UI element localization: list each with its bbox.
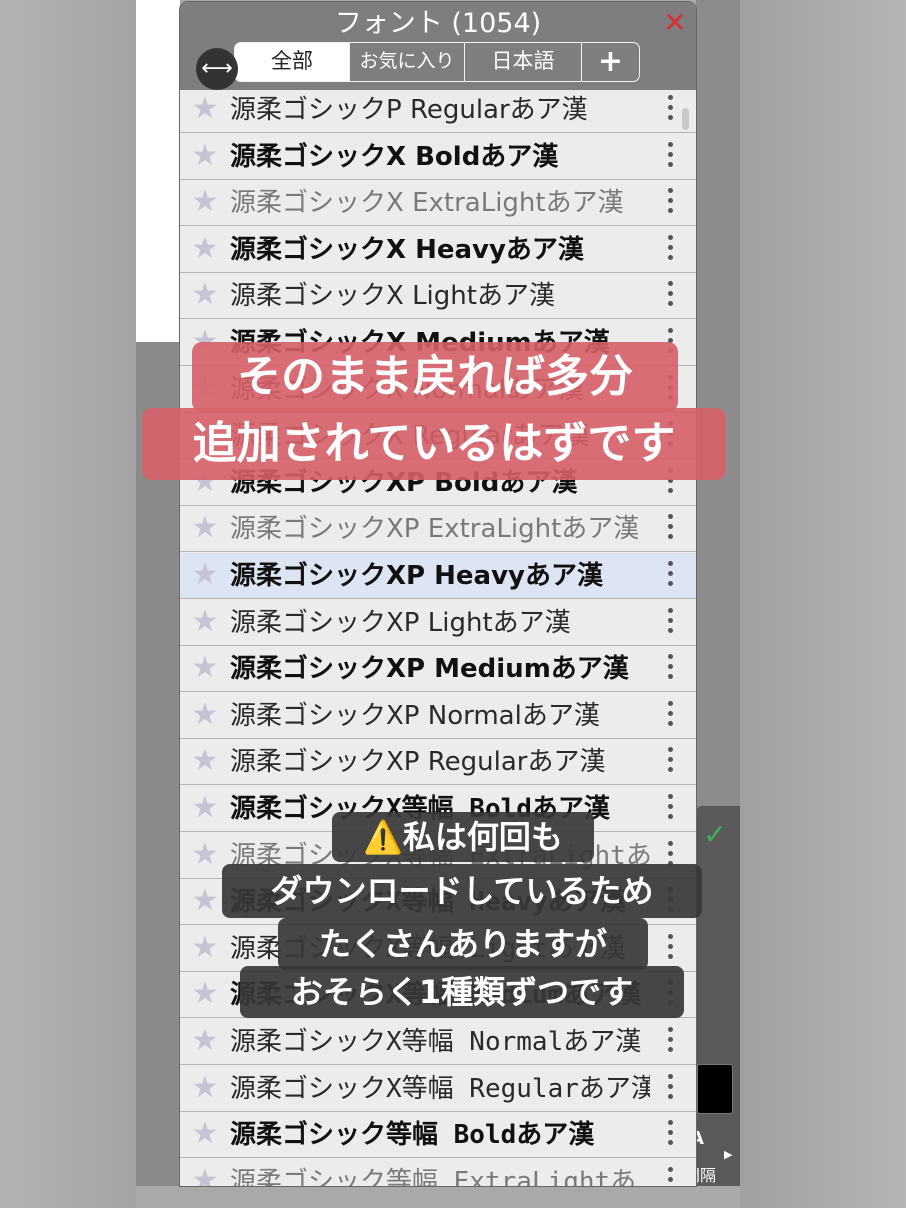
font-row[interactable]: ★ 源柔ゴシックXP Lightあア漢 (180, 599, 696, 646)
star-icon[interactable]: ★ (189, 232, 221, 265)
more-options-icon[interactable] (664, 654, 676, 684)
more-options-icon[interactable] (664, 933, 676, 964)
add-tab-button[interactable]: + (582, 43, 639, 81)
background-left (0, 0, 136, 1208)
star-icon[interactable]: ★ (189, 652, 221, 684)
star-icon[interactable]: ★ (189, 1164, 221, 1186)
font-name: 源柔ゴシックXP Heavyあア漢 (230, 561, 603, 591)
font-name: 源柔ゴシックXP Mediumあア漢 (230, 654, 629, 685)
star-icon[interactable]: ★ (189, 605, 221, 638)
caption-note-line-1: ⚠️私は何回も (332, 812, 594, 862)
font-row[interactable]: ★ 源柔ゴシックX等幅 Regularあア漢 (180, 1065, 696, 1112)
font-name: 源柔ゴシック等幅 ExtraLightあ (230, 1166, 637, 1186)
dialog-header: フォント (1054) ✕ 全部 お気に入り 日本語 + (180, 2, 696, 90)
font-name: 源柔ゴシックX Boldあア漢 (230, 141, 559, 172)
more-options-icon[interactable] (664, 794, 676, 824)
caption-pink-line-1: そのまま戻れば多分 (192, 342, 678, 412)
font-name: 源柔ゴシック等幅 Boldあア漢 (230, 1120, 595, 1151)
more-options-icon[interactable] (664, 514, 676, 544)
star-icon[interactable]: ★ (189, 512, 221, 544)
star-icon[interactable]: ★ (189, 931, 221, 964)
caption-note-line-4: おそらく1種類ずつです (240, 966, 684, 1018)
caption-note-line-3: たくさんありますが (278, 918, 648, 970)
font-row[interactable]: ★ 源柔ゴシックX Lightあア漢 (180, 273, 696, 320)
more-options-icon[interactable] (664, 747, 676, 777)
tab-all[interactable]: 全部 (235, 43, 350, 81)
font-row[interactable]: ★ 源柔ゴシックXP Regularあア漢 (180, 739, 696, 786)
more-options-icon[interactable] (664, 607, 676, 638)
background-right (740, 0, 906, 1208)
scrollbar[interactable] (682, 108, 689, 130)
font-row[interactable]: ★ 源柔ゴシックX ExtraLightあア漢 (180, 180, 696, 227)
font-row[interactable]: ★ 源柔ゴシックX Boldあア漢 (180, 133, 696, 180)
more-options-icon[interactable] (664, 1120, 676, 1150)
font-row[interactable]: ★ 源柔ゴシックP Regularあア漢 (180, 90, 696, 133)
font-list[interactable]: ★ 源柔ゴシックP Regularあア漢 ★ 源柔ゴシックX Boldあア漢 ★ 源柔ゴシ… (180, 90, 696, 1186)
more-options-icon[interactable] (664, 141, 676, 172)
star-icon[interactable]: ★ (189, 1118, 221, 1150)
font-name: 源柔ゴシックX ExtraLightあア漢 (230, 188, 624, 219)
more-options-icon[interactable] (664, 561, 676, 591)
tab-japanese[interactable]: 日本語 (465, 43, 582, 81)
star-icon[interactable]: ★ (189, 93, 221, 125)
font-row[interactable]: ★ 源柔ゴシックX等幅 Normalあア漢 (180, 1019, 696, 1065)
star-icon[interactable]: ★ (189, 279, 221, 311)
expand-arrow-icon[interactable]: ▶ (724, 1148, 738, 1164)
font-row[interactable]: ★ 源柔ゴシックXP Normalあア漢 (180, 692, 696, 739)
star-icon[interactable]: ★ (189, 698, 221, 731)
more-options-icon[interactable] (664, 234, 676, 265)
more-options-icon[interactable] (664, 700, 676, 731)
more-options-icon[interactable] (664, 281, 676, 311)
star-icon[interactable]: ★ (189, 792, 221, 824)
font-row[interactable]: ★ 源柔ゴシック等幅 ExtraLightあ (180, 1158, 696, 1186)
star-icon[interactable]: ★ (189, 885, 221, 917)
tab-favorites[interactable]: お気に入り (350, 43, 465, 81)
star-icon[interactable]: ★ (189, 978, 221, 1010)
star-icon[interactable]: ★ (189, 838, 221, 871)
star-icon[interactable]: ★ (189, 139, 221, 172)
caption-pink-line-2: 追加されているはずです (142, 408, 726, 480)
caption-note-line-2: ダウンロードしているため (222, 864, 702, 918)
font-row[interactable]: ★ 源柔ゴシックXP Heavyあア漢 (180, 553, 696, 599)
star-icon[interactable]: ★ (189, 559, 221, 591)
more-options-icon[interactable] (664, 188, 676, 218)
more-options-icon[interactable] (664, 1166, 676, 1186)
canvas-edge (136, 0, 180, 342)
font-name: 源柔ゴシックX等幅 Regularあア漢 (230, 1073, 650, 1104)
font-row[interactable]: ★ 源柔ゴシックXP Mediumあア漢 (180, 646, 696, 693)
star-icon[interactable]: ★ (189, 186, 221, 218)
font-row[interactable]: ★ 源柔ゴシック等幅 Boldあア漢 (180, 1112, 696, 1159)
more-options-icon[interactable] (664, 95, 676, 125)
font-name: 源柔ゴシックXP ExtraLightあア漢 (230, 514, 640, 545)
dialog-title: フォント (1054) (334, 8, 542, 39)
font-name: 源柔ゴシックX等幅 Normalあア漢 (230, 1027, 642, 1057)
font-name: 源柔ゴシックXP Normalあア漢 (230, 700, 600, 731)
star-icon[interactable]: ★ (189, 1025, 221, 1057)
resize-arrows-icon[interactable]: ⟷ (196, 48, 238, 90)
background-panel-gap (696, 0, 740, 810)
font-name: 源柔ゴシックP Regularあア漢 (230, 95, 588, 125)
font-name: 源柔ゴシックXP Lightあア漢 (230, 607, 571, 638)
close-icon[interactable]: ✕ (660, 8, 690, 38)
font-tabs: 全部 お気に入り 日本語 + (234, 42, 640, 82)
color-swatch[interactable] (697, 1064, 733, 1114)
more-options-icon[interactable] (664, 1027, 676, 1057)
star-icon[interactable]: ★ (189, 745, 221, 777)
font-row[interactable]: ★ 源柔ゴシックXP ExtraLightあア漢 (180, 506, 696, 553)
star-icon[interactable]: ★ (189, 1071, 221, 1104)
font-name: 源柔ゴシックX Lightあア漢 (230, 281, 555, 312)
check-icon[interactable]: ✓ (700, 820, 730, 850)
font-row[interactable]: ★ 源柔ゴシックX Heavyあア漢 (180, 226, 696, 273)
font-name: 源柔ゴシックX Heavyあア漢 (230, 234, 584, 265)
font-name: 源柔ゴシックXP Regularあア漢 (230, 747, 606, 778)
more-options-icon[interactable] (664, 1073, 676, 1104)
